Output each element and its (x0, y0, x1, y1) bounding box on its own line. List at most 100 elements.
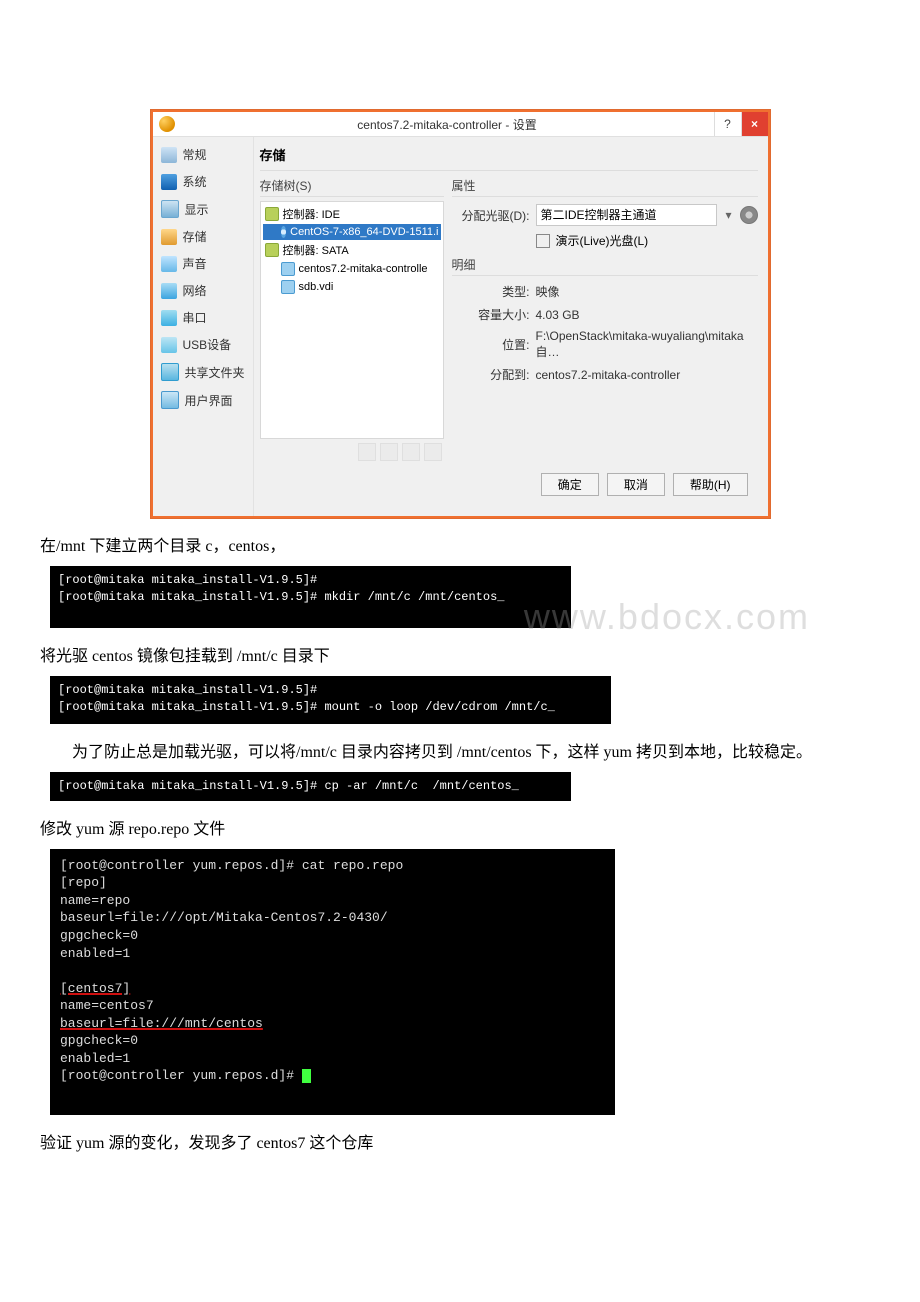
nav-label: 共享文件夹 (185, 364, 245, 381)
tree-item-label: centos7.2-mitaka-controlle (299, 263, 428, 275)
controller-icon (265, 243, 279, 257)
terminal-line: name=repo (60, 893, 130, 908)
type-label: 类型: (452, 283, 530, 300)
terminal-line: [root@mitaka mitaka_install-V1.9.5]# (58, 683, 317, 697)
ui-icon (161, 391, 179, 409)
terminal-line: [root@mitaka mitaka_install-V1.9.5]# mkd… (58, 590, 504, 604)
nav-shared[interactable]: 共享文件夹 (157, 358, 249, 386)
nav-label: 存储 (183, 228, 207, 245)
add-attachment-icon[interactable] (402, 443, 420, 461)
tree-item-label: CentOS-7-x86_64-DVD-1511.i (290, 226, 438, 238)
remove-attachment-icon[interactable] (424, 443, 442, 461)
location-value: F:\OpenStack\mitaka-wuyaliang\mitaka自… (536, 329, 758, 360)
nav-label: 用户界面 (185, 392, 233, 409)
choose-disk-icon[interactable] (740, 206, 758, 224)
cancel-button[interactable]: 取消 (607, 473, 665, 496)
nav-ui[interactable]: 用户界面 (157, 386, 249, 414)
remove-controller-icon[interactable] (380, 443, 398, 461)
assigned-value: centos7.2-mitaka-controller (536, 368, 758, 382)
controller-icon (265, 207, 279, 221)
general-icon (161, 147, 177, 163)
drive-label: 分配光驱(D): (452, 207, 530, 224)
nav-display[interactable]: 显示 (157, 195, 249, 223)
paragraph-cp: 为了防止总是加载光驱，可以将/mnt/c 目录内容拷贝到 /mnt/centos… (20, 738, 900, 762)
hdd-item-1[interactable]: centos7.2-mitaka-controlle (263, 260, 441, 278)
usb-icon (161, 337, 177, 353)
live-cd-checkbox[interactable] (536, 234, 550, 248)
storage-tree[interactable]: 控制器: IDE CentOS-7-x86_64-DVD-1511.i 控制器:… (260, 201, 444, 439)
terminal-cp: [root@mitaka mitaka_install-V1.9.5]# cp … (50, 772, 571, 801)
paragraph-verify: 验证 yum 源的变化，发现多了 centos7 这个仓库 (20, 1129, 900, 1153)
terminal-mount: [root@mitaka mitaka_install-V1.9.5]# [ro… (50, 676, 611, 724)
terminal-line: [root@mitaka mitaka_install-V1.9.5]# cp … (58, 779, 519, 793)
nav-label: 网络 (183, 282, 207, 299)
nav-network[interactable]: 网络 (157, 277, 249, 304)
nav-label: 常规 (183, 146, 207, 163)
cursor-icon (302, 1069, 311, 1083)
paragraph-mount: 将光驱 centos 镜像包挂载到 /mnt/c 目录下 (20, 642, 900, 666)
terminal-line: name=centos7 (60, 998, 154, 1013)
controller-ide[interactable]: 控制器: IDE (263, 204, 441, 224)
hdd-icon (281, 280, 295, 294)
tree-item-label: 控制器: IDE (283, 206, 340, 222)
terminal-line: gpgcheck=0 (60, 928, 138, 943)
nav-label: USB设备 (183, 336, 232, 353)
hdd-item-2[interactable]: sdb.vdi (263, 278, 441, 296)
controller-sata[interactable]: 控制器: SATA (263, 240, 441, 260)
help-button[interactable]: ? (714, 112, 741, 136)
nav-storage[interactable]: 存储 (157, 223, 249, 250)
terminal-line: enabled=1 (60, 1051, 130, 1066)
terminal-line: baseurl=file:///mnt/centos (60, 1016, 263, 1031)
location-label: 位置: (452, 336, 530, 353)
disc-icon (281, 226, 287, 238)
terminal-repo: [root@controller yum.repos.d]# cat repo.… (50, 849, 615, 1115)
storage-icon (161, 229, 177, 245)
window-title: centos7.2-mitaka-controller - 设置 (181, 116, 714, 133)
terminal-line: [repo] (60, 875, 107, 890)
terminal-line: [root@controller yum.repos.d]# (60, 1068, 302, 1083)
folder-icon (161, 363, 179, 381)
terminal-line: [root@mitaka mitaka_install-V1.9.5]# (58, 573, 317, 587)
terminal-line: enabled=1 (60, 946, 130, 961)
paragraph-repo: 修改 yum 源 repo.repo 文件 (20, 815, 900, 839)
terminal-line: [root@mitaka mitaka_install-V1.9.5]# mou… (58, 700, 555, 714)
terminal-line: [centos7] (60, 981, 130, 996)
drive-select[interactable]: 第二IDE控制器主通道 (536, 204, 718, 226)
terminal-line: gpgcheck=0 (60, 1033, 138, 1048)
paragraph-mkdir: 在/mnt 下建立两个目录 c，centos， (20, 532, 900, 556)
size-value: 4.03 GB (536, 308, 758, 322)
section-heading: 存储 (260, 143, 758, 171)
nav-usb[interactable]: USB设备 (157, 331, 249, 358)
close-button[interactable]: × (741, 112, 768, 136)
add-controller-icon[interactable] (358, 443, 376, 461)
hdd-icon (281, 262, 295, 276)
assigned-label: 分配到: (452, 366, 530, 383)
terminal-mkdir: [root@mitaka mitaka_install-V1.9.5]# [ro… (50, 566, 571, 628)
dropdown-icon[interactable]: ▾ (723, 208, 733, 222)
nav-general[interactable]: 常规 (157, 141, 249, 168)
tree-toolbar (260, 439, 444, 465)
live-cd-label: 演示(Live)光盘(L) (556, 232, 649, 249)
nav-serial[interactable]: 串口 (157, 304, 249, 331)
serial-icon (161, 310, 177, 326)
tree-item-label: 控制器: SATA (283, 242, 349, 258)
size-label: 容量大小: (452, 306, 530, 323)
terminal-line: baseurl=file:///opt/Mitaka-Centos7.2-043… (60, 910, 388, 925)
nav-label: 系统 (183, 173, 207, 190)
tree-label: 存储树(S) (260, 177, 444, 197)
ok-button[interactable]: 确定 (541, 473, 599, 496)
nav-label: 显示 (185, 201, 209, 218)
detail-heading: 明细 (452, 256, 758, 276)
titlebar: centos7.2-mitaka-controller - 设置 ? × (153, 112, 768, 137)
audio-icon (161, 256, 177, 272)
nav-system[interactable]: 系统 (157, 168, 249, 195)
nav-audio[interactable]: 声音 (157, 250, 249, 277)
help-button[interactable]: 帮助(H) (673, 473, 748, 496)
app-icon (159, 116, 175, 132)
optical-disc-item[interactable]: CentOS-7-x86_64-DVD-1511.i (263, 224, 441, 240)
display-icon (161, 200, 179, 218)
vbox-settings-window: centos7.2-mitaka-controller - 设置 ? × 常规 … (151, 110, 770, 518)
type-value: 映像 (536, 283, 758, 300)
system-icon (161, 174, 177, 190)
nav-label: 声音 (183, 255, 207, 272)
